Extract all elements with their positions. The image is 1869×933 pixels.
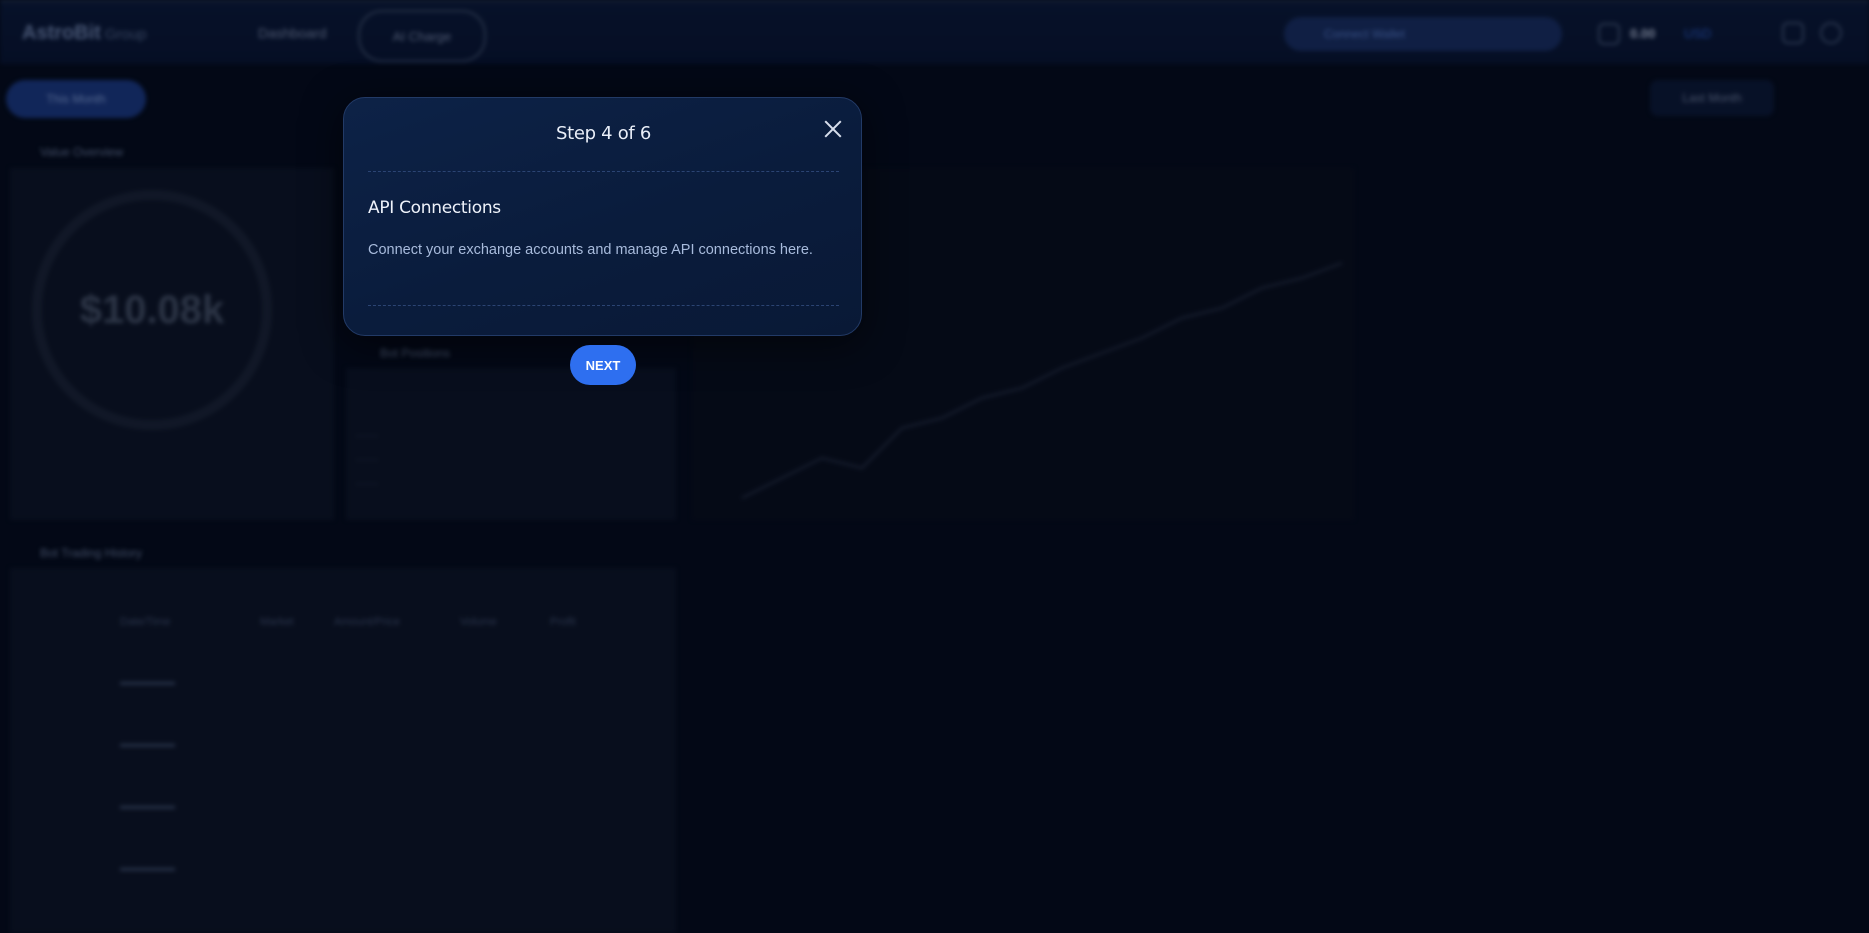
top-divider xyxy=(368,171,839,172)
step-indicator: Step 4 of 6 xyxy=(555,123,652,144)
bottom-divider xyxy=(368,305,839,306)
next-button[interactable]: NEXT xyxy=(570,345,636,385)
step-heading: API Connections xyxy=(368,198,501,218)
step-description: Connect your exchange accounts and manag… xyxy=(368,242,813,258)
tour-overlay[interactable] xyxy=(0,0,1869,933)
onboarding-tour-modal: Step 4 of 6 API Connections Connect your… xyxy=(343,97,862,336)
close-icon[interactable] xyxy=(820,116,846,142)
